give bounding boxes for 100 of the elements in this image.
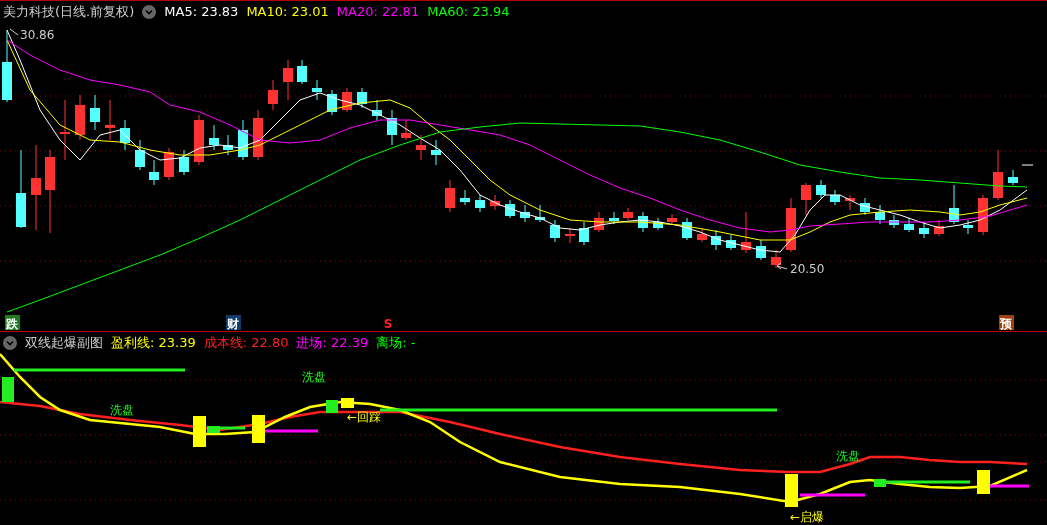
candlestick	[816, 179, 826, 199]
candlestick	[978, 194, 988, 236]
signal-block	[977, 470, 990, 494]
signal-block	[874, 479, 886, 487]
chart-title: 双线起爆副图	[25, 333, 103, 352]
candlestick	[60, 99, 70, 161]
candlestick	[327, 89, 337, 116]
indicator-value: 进场: 22.39	[296, 333, 369, 352]
candlestick	[875, 204, 885, 225]
candlestick	[223, 134, 233, 156]
candlestick	[105, 99, 115, 141]
indicator-value: 成本线: 22.80	[203, 333, 289, 352]
candlestick	[638, 211, 648, 233]
candlestick	[387, 109, 397, 146]
candlestick	[741, 211, 751, 254]
signal-block	[252, 415, 265, 443]
signal-block	[785, 474, 798, 507]
candlestick	[934, 219, 944, 237]
signal-letter: S	[383, 317, 393, 331]
arrow-icon	[776, 262, 788, 270]
candlestick	[711, 229, 721, 251]
candlestick	[490, 194, 500, 211]
indicator-value: 盈利线: 23.39	[111, 333, 196, 352]
candlestick	[667, 213, 677, 225]
candlestick	[609, 211, 619, 225]
candlestick	[505, 199, 515, 219]
candlestick	[416, 134, 426, 161]
candlestick	[594, 211, 604, 233]
candlestick	[297, 59, 307, 85]
candlestick	[253, 109, 263, 161]
indicator-value: MA60: 23.94	[427, 4, 510, 19]
candlestick	[726, 234, 736, 251]
candlestick	[460, 189, 470, 206]
candlestick	[904, 217, 914, 233]
signal-block	[341, 398, 354, 408]
candlestick	[194, 114, 204, 166]
candlestick	[550, 219, 560, 243]
candlestick	[919, 221, 929, 239]
candlestick	[801, 182, 811, 216]
entry-level-line	[990, 484, 1029, 488]
candlestick	[535, 204, 545, 223]
indicator-value: MA5: 23.83	[164, 4, 239, 19]
entry-level-line	[265, 429, 318, 433]
signal-label: ←启爆	[790, 510, 825, 524]
signal-block	[2, 377, 14, 402]
candlestick	[653, 217, 663, 231]
candlestick	[475, 194, 485, 213]
candlestick	[179, 149, 189, 176]
candlestick	[860, 197, 870, 216]
candlestick	[431, 139, 441, 166]
price-tick-mark	[1021, 164, 1034, 166]
high-price-label: 30.86	[20, 28, 55, 42]
signal-block	[326, 400, 338, 413]
signal-marker: 财	[226, 315, 241, 331]
candlestick	[830, 189, 840, 206]
indicator-value: MA10: 23.01	[246, 4, 329, 19]
candlestick	[283, 59, 293, 101]
candlestick	[75, 94, 85, 141]
candlestick	[786, 197, 796, 253]
candlestick	[164, 147, 174, 181]
candlestick	[697, 227, 707, 243]
candlestick	[149, 159, 159, 186]
candlestick	[565, 227, 575, 244]
candlestick	[889, 214, 899, 229]
wash-label: 洗盘	[110, 403, 134, 417]
candlestick	[268, 79, 278, 111]
signal-marker: 预	[999, 315, 1014, 331]
candlestick	[756, 239, 766, 261]
candlestick	[312, 79, 322, 101]
low-price-label: 20.50	[790, 262, 825, 276]
dropdown-icon[interactable]	[3, 335, 17, 350]
signal-marker: 跌	[5, 315, 20, 331]
candlestick	[445, 179, 455, 213]
candlestick	[949, 184, 959, 225]
dropdown-icon[interactable]	[142, 4, 157, 19]
chart-title: 美力科技(日线.前复权)	[3, 2, 135, 21]
candlestick	[238, 119, 248, 161]
leader-line	[9, 28, 19, 36]
entry-level-line	[800, 493, 865, 497]
candlestick	[845, 194, 855, 211]
candlestick	[682, 217, 692, 241]
wash-label: 洗盘	[836, 449, 860, 463]
candlestick	[579, 221, 589, 246]
candlestick	[1008, 169, 1018, 186]
candlestick	[520, 204, 530, 223]
candlestick	[771, 249, 781, 269]
candlestick	[342, 87, 352, 113]
candlestick	[401, 119, 411, 141]
exit-level-line	[217, 426, 245, 430]
candlestick	[120, 119, 130, 151]
indicator-value: 离场: -	[376, 333, 416, 352]
candlestick	[357, 87, 367, 109]
signal-label: ←回踩	[347, 410, 382, 424]
wash-label: 洗盘	[302, 370, 326, 384]
candlestick	[372, 99, 382, 121]
candlestick	[209, 124, 219, 151]
candlestick	[135, 139, 145, 171]
candlestick	[90, 94, 100, 131]
indicator-value: MA20: 22.81	[336, 4, 420, 19]
candlestick	[993, 149, 1003, 201]
